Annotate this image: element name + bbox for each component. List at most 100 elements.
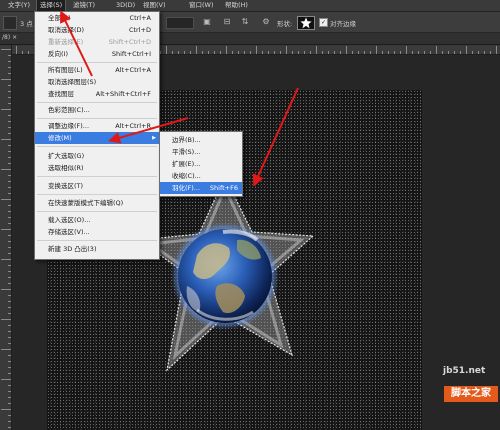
- path-alignment-icon[interactable]: ⊟: [222, 17, 232, 27]
- select-menu-dropdown: 全部(A) Ctrl+A 取消选择(D) Ctrl+D 重新选择(E) Shift+C…: [34, 11, 160, 260]
- ruler-tick: [1, 289, 11, 290]
- ruler-tick: [8, 103, 11, 104]
- submenu-item-feather[interactable]: 羽化(F)... Shift+F6: [160, 182, 242, 194]
- ruler-tick: [8, 403, 11, 404]
- ruler-tick: [8, 343, 11, 344]
- ruler-tick: [478, 51, 479, 54]
- ruler-tick: [1, 169, 11, 170]
- ruler-tick: [8, 307, 11, 308]
- ruler-tick: [430, 51, 431, 54]
- menu-item-find-layers[interactable]: 查找图层 Alt+Shift+Ctrl+F: [35, 88, 159, 100]
- ruler-tick: [8, 313, 11, 314]
- menu-view[interactable]: 视图(V): [140, 0, 169, 11]
- ruler-tick: [1, 49, 11, 50]
- modify-submenu: 边界(B)... 平滑(S)... 扩展(E)... 收缩(C)... 羽化(F…: [159, 131, 243, 197]
- menu-item-color-range[interactable]: 色彩范围(C)...: [35, 104, 159, 116]
- menu-separator: [37, 176, 157, 177]
- ruler-tick: [406, 46, 407, 54]
- ruler-tick: [232, 51, 233, 54]
- menu-item-similar[interactable]: 选取相似(R): [35, 162, 159, 174]
- menu-item-reselect: 重新选择(E) Shift+Ctrl+D: [48, 38, 151, 46]
- submenu-item-expand[interactable]: 扩展(E)...: [160, 158, 242, 170]
- ruler-tick: [8, 115, 11, 116]
- dimension-field[interactable]: [166, 17, 194, 29]
- ruler-tick: [8, 73, 11, 74]
- submenu-item-contract[interactable]: 收缩(C)...: [160, 170, 242, 182]
- ruler-tick: [8, 157, 11, 158]
- ruler-tick: [1, 349, 11, 350]
- ruler-tick: [394, 51, 395, 54]
- menu-select[interactable]: 选择(S): [36, 0, 67, 11]
- ruler-tick: [328, 51, 329, 54]
- menu-item-deselect[interactable]: 取消选择(D) Ctrl+D: [35, 24, 159, 36]
- ruler-tick: [8, 325, 11, 326]
- path-arrangement-icon[interactable]: ⇅: [240, 17, 250, 27]
- ruler-tick: [8, 193, 11, 194]
- menu-item-transform-selection[interactable]: 变换选区(T): [35, 180, 159, 192]
- ruler-tick: [334, 51, 335, 54]
- shape-picker[interactable]: [297, 16, 315, 30]
- ruler-tick: [436, 46, 437, 54]
- ruler-tick: [8, 91, 11, 92]
- menu-help[interactable]: 帮助(H): [222, 0, 251, 11]
- ruler-tick: [1, 229, 11, 230]
- ruler-tick: [298, 51, 299, 54]
- ruler-tick: [424, 51, 425, 54]
- ruler-tick: [178, 51, 179, 54]
- menu-separator: [37, 118, 157, 119]
- menu-item-quick-mask[interactable]: 在快速蒙版模式下编辑(Q): [35, 197, 159, 209]
- ruler-tick: [352, 51, 353, 54]
- menu-3d[interactable]: 3D(D): [113, 0, 138, 11]
- ruler-tick: [8, 421, 11, 422]
- ruler-tick: [8, 301, 11, 302]
- ruler-tick: [22, 51, 23, 54]
- menu-window[interactable]: 窗口(W): [186, 0, 217, 11]
- ruler-tick: [220, 51, 221, 54]
- ruler-tick: [1, 379, 11, 380]
- ruler-tick: [8, 61, 11, 62]
- submenu-item-border[interactable]: 边界(B)...: [160, 134, 242, 146]
- menu-item-grow[interactable]: 扩大选取(G): [35, 150, 159, 162]
- ruler-tick: [8, 121, 11, 122]
- ruler-tick: [172, 51, 173, 54]
- menu-item-inverse[interactable]: 反向(I) Shift+Ctrl+I: [35, 48, 159, 60]
- vertical-ruler: [0, 45, 12, 430]
- ruler-tick: [28, 51, 29, 54]
- menu-type[interactable]: 文字(Y): [5, 0, 33, 11]
- menu-item-load-selection[interactable]: 载入选区(O)...: [35, 214, 159, 226]
- ruler-tick: [8, 367, 11, 368]
- menu-item-select-all[interactable]: 全部(A) Ctrl+A: [35, 12, 159, 24]
- gear-icon[interactable]: ⚙: [261, 17, 271, 27]
- menu-item-modify[interactable]: 修改(M) ▶: [35, 132, 159, 144]
- ruler-tick: [472, 51, 473, 54]
- path-operations-icon[interactable]: ▣: [202, 17, 212, 27]
- ruler-tick: [8, 175, 11, 176]
- ruler-tick: [8, 55, 11, 56]
- ruler-tick: [8, 67, 11, 68]
- document-tab[interactable]: /8) ×: [2, 34, 17, 41]
- ruler-tick: [8, 187, 11, 188]
- watermark-logo: 脚本之家: [444, 386, 498, 402]
- ruler-tick: [8, 133, 11, 134]
- stroke-size-value[interactable]: 3 点: [20, 18, 33, 28]
- ruler-tick: [8, 331, 11, 332]
- menu-item-save-selection[interactable]: 存储选区(V)...: [35, 226, 159, 238]
- ruler-tick: [370, 51, 371, 54]
- menu-filter[interactable]: 滤镜(T): [70, 0, 98, 11]
- ruler-tick: [8, 337, 11, 338]
- ruler-tick: [8, 277, 11, 278]
- ruler-tick: [1, 259, 11, 260]
- star-shape-icon: [300, 17, 312, 29]
- tool-preset-picker[interactable]: [3, 16, 17, 30]
- menu-item-all-layers[interactable]: 所有图层(L) Alt+Ctrl+A: [35, 64, 159, 76]
- menu-item-new-3d-extrusion[interactable]: 新建 3D 凸出(3): [35, 243, 159, 255]
- menu-item-refine-edge[interactable]: 调整边缘(F)... Alt+Ctrl+R: [35, 120, 159, 132]
- ruler-tick: [364, 51, 365, 54]
- submenu-arrow-icon: ▶: [152, 135, 156, 141]
- align-edges-checkbox[interactable]: ✓: [319, 18, 328, 27]
- ruler-tick: [268, 51, 269, 54]
- menu-separator: [37, 240, 157, 241]
- submenu-item-smooth[interactable]: 平滑(S)...: [160, 146, 242, 158]
- ruler-tick: [8, 97, 11, 98]
- menu-item-deselect-layers[interactable]: 取消选择图层(S): [35, 76, 159, 88]
